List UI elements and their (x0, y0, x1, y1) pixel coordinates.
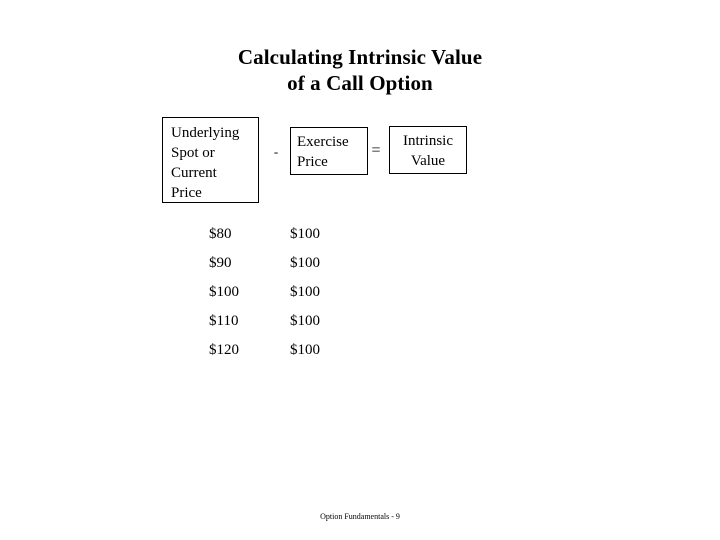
table-row: $100 $100 (209, 278, 479, 307)
intrinsic-value-line-1: Intrinsic (403, 133, 453, 149)
cell-intrinsic-value (389, 307, 479, 336)
table-body: $80 $100 $90 $100 $100 $100 $110 $100 $1… (209, 220, 479, 365)
intrinsic-value-box: Intrinsic Value (389, 126, 467, 174)
underlying-price-box: Underlying Spot or Current Price (162, 117, 259, 203)
intrinsic-value-table: $80 $100 $90 $100 $100 $100 $110 $100 $1… (209, 220, 479, 365)
cell-intrinsic-value (389, 278, 479, 307)
exercise-price-line-1: Exercise (297, 134, 349, 150)
cell-spot-price: $100 (209, 284, 239, 300)
slide-footer: Option Fundamentals - 9 (320, 512, 400, 521)
slide-canvas: Calculating Intrinsic Value of a Call Op… (0, 0, 720, 540)
underlying-price-line-2: Spot or (171, 145, 215, 161)
table-row: $120 $100 (209, 336, 479, 365)
underlying-price-line-1: Underlying (171, 125, 240, 141)
cell-exercise-price: $100 (290, 342, 320, 358)
cell-exercise-price: $100 (290, 226, 320, 242)
table-row: $90 $100 (209, 249, 479, 278)
underlying-price-line-4: Price (171, 185, 202, 201)
cell-intrinsic-value (389, 249, 479, 278)
cell-spot-price: $120 (209, 342, 239, 358)
underlying-price-line-3: Current (171, 165, 217, 181)
cell-spot-price: $90 (209, 255, 232, 271)
cell-exercise-price: $100 (290, 284, 320, 300)
minus-operator: - (273, 144, 279, 159)
table-row: $110 $100 (209, 307, 479, 336)
equals-operator: = (371, 142, 381, 159)
cell-intrinsic-value (389, 336, 479, 365)
cell-spot-price: $80 (209, 226, 232, 242)
cell-spot-price: $110 (209, 313, 239, 329)
cell-exercise-price: $100 (290, 313, 320, 329)
exercise-price-box: Exercise Price (290, 127, 368, 175)
table-row: $80 $100 (209, 220, 479, 249)
cell-intrinsic-value (389, 220, 479, 249)
exercise-price-line-2: Price (297, 154, 328, 170)
intrinsic-value-line-2: Value (410, 153, 446, 169)
cell-exercise-price: $100 (290, 255, 320, 271)
